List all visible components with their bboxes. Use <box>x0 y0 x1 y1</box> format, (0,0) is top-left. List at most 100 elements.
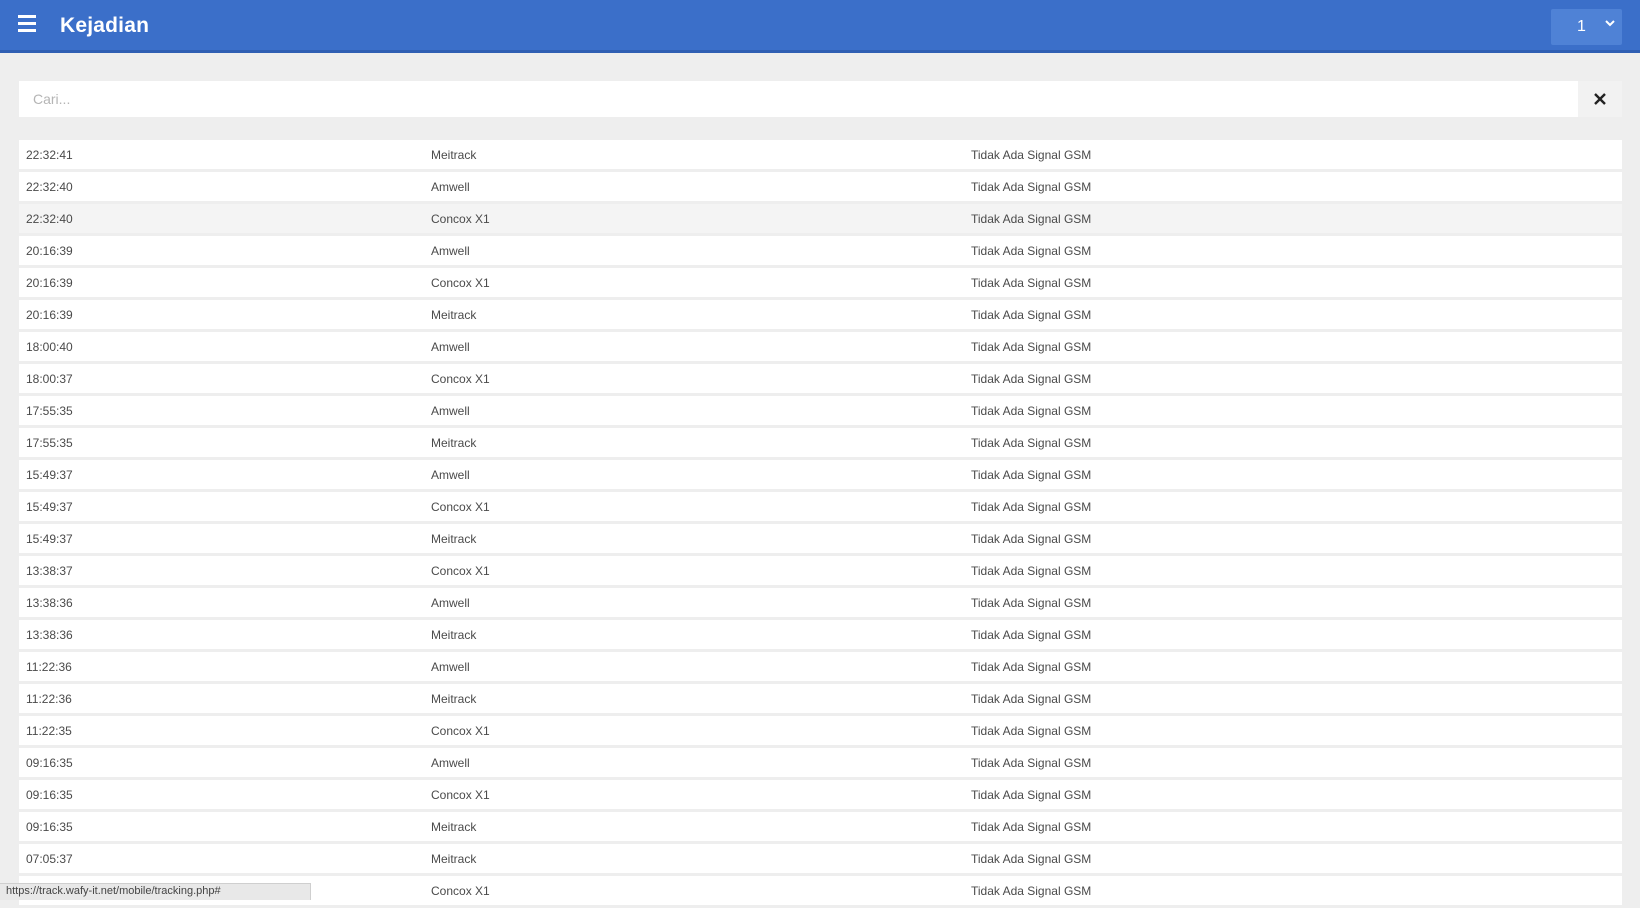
event-description-cell: Tidak Ada Signal GSM <box>964 620 1622 649</box>
table-row[interactable]: 11:22:35Concox X1Tidak Ada Signal GSM <box>19 716 1622 745</box>
event-device-cell: Meitrack <box>424 620 964 649</box>
event-time-cell: 15:49:37 <box>19 460 424 489</box>
event-description-cell: Tidak Ada Signal GSM <box>964 268 1622 297</box>
table-row[interactable]: 18:00:37Concox X1Tidak Ada Signal GSM <box>19 364 1622 393</box>
event-device-cell: Amwell <box>424 460 964 489</box>
event-description-cell: Tidak Ada Signal GSM <box>964 780 1622 809</box>
table-row[interactable]: 18:00:40AmwellTidak Ada Signal GSM <box>19 332 1622 361</box>
event-device-cell: Meitrack <box>424 844 964 873</box>
event-time-cell: 22:32:41 <box>19 140 424 169</box>
event-description-cell: Tidak Ada Signal GSM <box>964 396 1622 425</box>
event-description-cell: Tidak Ada Signal GSM <box>964 716 1622 745</box>
page-select-dropdown[interactable]: 1 <box>1551 9 1622 45</box>
event-device-cell: Concox X1 <box>424 556 964 585</box>
event-time-cell: 07:05:37 <box>19 844 424 873</box>
chevron-down-icon <box>1604 17 1616 29</box>
search-bar <box>19 81 1622 117</box>
event-device-cell: Amwell <box>424 396 964 425</box>
event-time-cell: 17:55:35 <box>19 428 424 457</box>
table-row[interactable]: 07:05:37MeitrackTidak Ada Signal GSM <box>19 844 1622 873</box>
event-time-cell: 11:22:36 <box>19 652 424 681</box>
event-time-cell: 13:38:36 <box>19 588 424 617</box>
event-time-cell: 20:16:39 <box>19 300 424 329</box>
event-description-cell: Tidak Ada Signal GSM <box>964 332 1622 361</box>
table-row[interactable]: 09:16:35Concox X1Tidak Ada Signal GSM <box>19 780 1622 809</box>
event-device-cell: Amwell <box>424 332 964 361</box>
hamburger-menu-icon[interactable] <box>18 15 38 35</box>
event-device-cell: Amwell <box>424 748 964 777</box>
table-row[interactable]: 13:38:37Concox X1Tidak Ada Signal GSM <box>19 556 1622 585</box>
table-row[interactable]: 22:32:40AmwellTidak Ada Signal GSM <box>19 172 1622 201</box>
table-row[interactable]: 22:32:41MeitrackTidak Ada Signal GSM <box>19 140 1622 169</box>
event-device-cell: Amwell <box>424 588 964 617</box>
app-header: Kejadian 1 <box>0 0 1640 53</box>
event-device-cell: Meitrack <box>424 524 964 553</box>
event-description-cell: Tidak Ada Signal GSM <box>964 652 1622 681</box>
table-row[interactable]: 22:32:40Concox X1Tidak Ada Signal GSM <box>19 204 1622 233</box>
event-time-cell: 15:49:37 <box>19 524 424 553</box>
table-row[interactable]: 15:49:37MeitrackTidak Ada Signal GSM <box>19 524 1622 553</box>
event-time-cell: 09:16:35 <box>19 748 424 777</box>
event-description-cell: Tidak Ada Signal GSM <box>964 460 1622 489</box>
table-row[interactable]: 13:38:36AmwellTidak Ada Signal GSM <box>19 588 1622 617</box>
event-device-cell: Meitrack <box>424 684 964 713</box>
event-description-cell: Tidak Ada Signal GSM <box>964 492 1622 521</box>
event-time-cell: 20:16:39 <box>19 268 424 297</box>
table-row[interactable]: 15:49:37Concox X1Tidak Ada Signal GSM <box>19 492 1622 521</box>
event-device-cell: Amwell <box>424 236 964 265</box>
close-icon <box>1594 93 1606 105</box>
event-time-cell: 20:16:39 <box>19 236 424 265</box>
table-row[interactable]: 09:16:35MeitrackTidak Ada Signal GSM <box>19 812 1622 841</box>
event-device-cell: Amwell <box>424 172 964 201</box>
event-description-cell: Tidak Ada Signal GSM <box>964 428 1622 457</box>
event-description-cell: Tidak Ada Signal GSM <box>964 844 1622 873</box>
table-row[interactable]: 20:16:39AmwellTidak Ada Signal GSM <box>19 236 1622 265</box>
event-device-cell: Concox X1 <box>424 364 964 393</box>
event-time-cell: 11:22:35 <box>19 716 424 745</box>
event-description-cell: Tidak Ada Signal GSM <box>964 684 1622 713</box>
event-description-cell: Tidak Ada Signal GSM <box>964 364 1622 393</box>
event-time-cell: 13:38:37 <box>19 556 424 585</box>
event-description-cell: Tidak Ada Signal GSM <box>964 748 1622 777</box>
event-time-cell: 11:22:36 <box>19 684 424 713</box>
event-device-cell: Concox X1 <box>424 780 964 809</box>
event-time-cell: 15:49:37 <box>19 492 424 521</box>
event-time-cell: 17:55:35 <box>19 396 424 425</box>
event-device-cell: Meitrack <box>424 300 964 329</box>
clear-search-button[interactable] <box>1578 81 1622 117</box>
event-device-cell: Meitrack <box>424 428 964 457</box>
event-device-cell: Concox X1 <box>424 268 964 297</box>
event-time-cell: 18:00:40 <box>19 332 424 361</box>
event-device-cell: Concox X1 <box>424 204 964 233</box>
table-row[interactable]: 11:22:36MeitrackTidak Ada Signal GSM <box>19 684 1622 713</box>
table-row[interactable]: 11:22:36AmwellTidak Ada Signal GSM <box>19 652 1622 681</box>
page-select-value: 1 <box>1577 18 1586 36</box>
event-device-cell: Concox X1 <box>424 716 964 745</box>
table-row[interactable]: 09:16:35AmwellTidak Ada Signal GSM <box>19 748 1622 777</box>
event-description-cell: Tidak Ada Signal GSM <box>964 236 1622 265</box>
event-description-cell: Tidak Ada Signal GSM <box>964 876 1622 905</box>
event-device-cell: Meitrack <box>424 812 964 841</box>
table-row[interactable]: 20:16:39MeitrackTidak Ada Signal GSM <box>19 300 1622 329</box>
event-device-cell: Concox X1 <box>424 492 964 521</box>
search-input[interactable] <box>19 81 1577 117</box>
event-device-cell: Concox X1 <box>424 876 964 905</box>
event-description-cell: Tidak Ada Signal GSM <box>964 588 1622 617</box>
table-row[interactable]: 20:16:39Concox X1Tidak Ada Signal GSM <box>19 268 1622 297</box>
event-description-cell: Tidak Ada Signal GSM <box>964 812 1622 841</box>
events-table: 22:32:41MeitrackTidak Ada Signal GSM22:3… <box>19 137 1622 908</box>
event-description-cell: Tidak Ada Signal GSM <box>964 140 1622 169</box>
table-row[interactable]: 15:49:37AmwellTidak Ada Signal GSM <box>19 460 1622 489</box>
status-bar-url: https://track.wafy-it.net/mobile/trackin… <box>0 883 311 900</box>
event-time-cell: 09:16:35 <box>19 812 424 841</box>
event-device-cell: Amwell <box>424 652 964 681</box>
event-description-cell: Tidak Ada Signal GSM <box>964 172 1622 201</box>
event-description-cell: Tidak Ada Signal GSM <box>964 556 1622 585</box>
table-row[interactable]: 17:55:35AmwellTidak Ada Signal GSM <box>19 396 1622 425</box>
event-time-cell: 09:16:35 <box>19 780 424 809</box>
table-row[interactable]: 13:38:36MeitrackTidak Ada Signal GSM <box>19 620 1622 649</box>
event-time-cell: 13:38:36 <box>19 620 424 649</box>
event-time-cell: 22:32:40 <box>19 204 424 233</box>
table-row[interactable]: 17:55:35MeitrackTidak Ada Signal GSM <box>19 428 1622 457</box>
event-description-cell: Tidak Ada Signal GSM <box>964 524 1622 553</box>
